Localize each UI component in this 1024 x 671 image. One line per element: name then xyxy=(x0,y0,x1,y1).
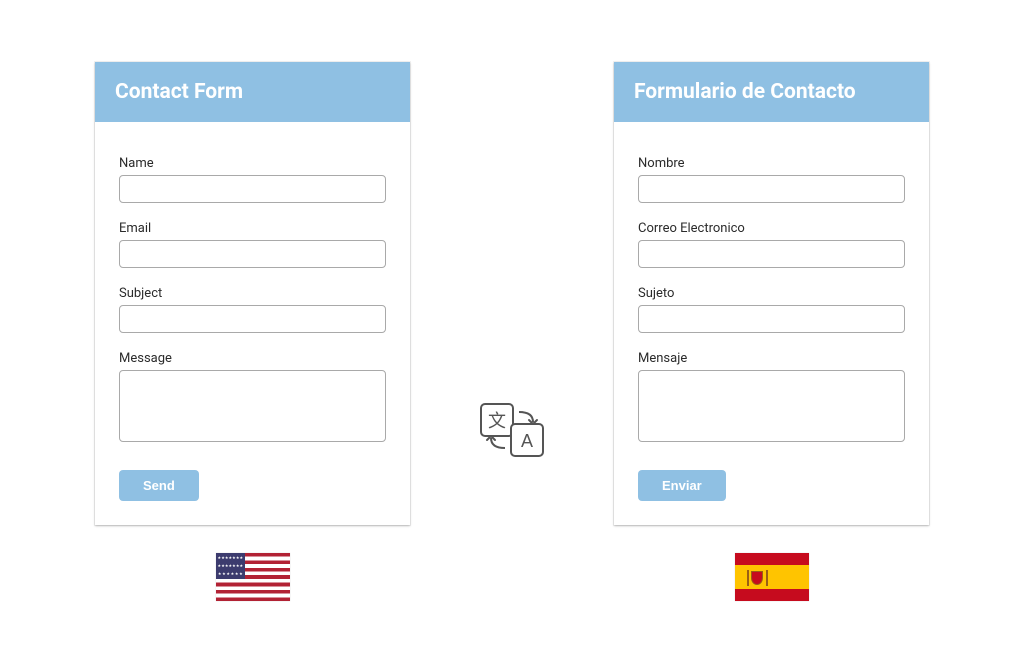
card-header: Formulario de Contacto xyxy=(614,62,929,122)
email-input[interactable] xyxy=(638,240,905,268)
subject-input[interactable] xyxy=(638,305,905,333)
email-label: Correo Electronico xyxy=(638,221,905,236)
message-label: Mensaje xyxy=(638,351,905,366)
translate-icon: 文 A xyxy=(477,400,547,464)
subject-label: Sujeto xyxy=(638,286,905,301)
card-title: Formulario de Contacto xyxy=(634,80,909,104)
usa-flag-icon: ★★★★★ ★★★★★ ★★★★★ ★★★★★ xyxy=(216,553,290,601)
spanish-column: Formulario de Contacto Nombre Correo Ele… xyxy=(614,62,929,601)
message-label: Message xyxy=(119,351,386,366)
card-body: Nombre Correo Electronico Sujeto Mensaje… xyxy=(614,122,929,525)
name-input[interactable] xyxy=(119,175,386,203)
name-input[interactable] xyxy=(638,175,905,203)
english-column: Contact Form Name Email Subject Message xyxy=(95,62,410,601)
svg-text:文: 文 xyxy=(488,411,506,431)
name-label: Name xyxy=(119,156,386,171)
send-button[interactable]: Enviar xyxy=(638,470,726,501)
contact-form-card-en: Contact Form Name Email Subject Message xyxy=(95,62,410,525)
card-body: Name Email Subject Message Send xyxy=(95,122,410,525)
name-label: Nombre xyxy=(638,156,905,171)
message-textarea[interactable] xyxy=(119,370,386,442)
subject-label: Subject xyxy=(119,286,386,301)
send-button[interactable]: Send xyxy=(119,470,199,501)
card-header: Contact Form xyxy=(95,62,410,122)
card-title: Contact Form xyxy=(115,80,390,104)
email-input[interactable] xyxy=(119,240,386,268)
svg-text:A: A xyxy=(521,431,533,451)
subject-input[interactable] xyxy=(119,305,386,333)
spain-flag-icon xyxy=(735,553,809,601)
message-textarea[interactable] xyxy=(638,370,905,442)
contact-form-card-es: Formulario de Contacto Nombre Correo Ele… xyxy=(614,62,929,525)
email-label: Email xyxy=(119,221,386,236)
